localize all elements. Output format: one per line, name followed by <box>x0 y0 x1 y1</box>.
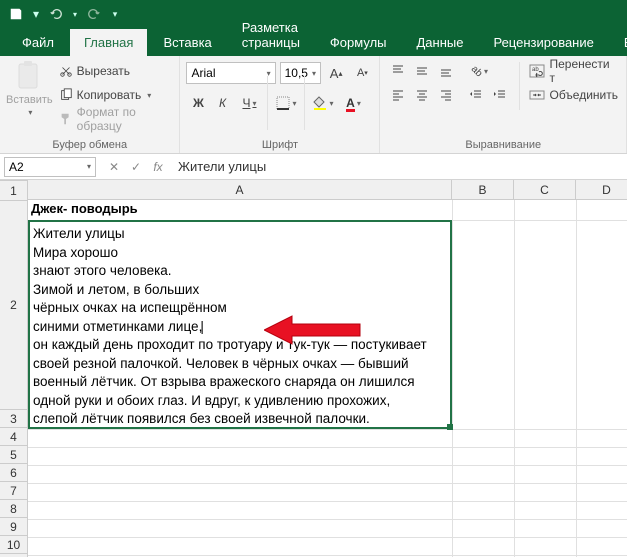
row-header-8[interactable]: 8 <box>0 500 28 518</box>
name-box[interactable]: A2 ▾ <box>4 157 96 177</box>
paste-button[interactable]: Вставить ▾ <box>6 60 53 117</box>
italic-button[interactable]: К <box>210 92 234 114</box>
svg-text:ab: ab <box>532 67 539 73</box>
row-headers: 1234567891011 <box>0 181 28 557</box>
tab-file[interactable]: Файл <box>8 29 68 56</box>
cell-a1[interactable]: Джек- поводырь <box>28 200 452 220</box>
alignment-group-label: Выравнивание <box>386 137 620 151</box>
row-header-10[interactable]: 10 <box>0 536 28 554</box>
column-header-d[interactable]: D <box>576 180 627 200</box>
fill-handle[interactable] <box>447 424 453 430</box>
align-bottom-button[interactable] <box>434 60 458 82</box>
underline-button[interactable]: Ч▾ <box>234 92 264 114</box>
tab-formulas[interactable]: Формулы <box>316 29 401 56</box>
format-painter-button[interactable]: Формат по образцу <box>57 108 174 130</box>
clipboard-group-label: Буфер обмена <box>6 137 173 151</box>
chevron-down-icon: ▾ <box>312 69 316 78</box>
fx-icon[interactable]: fx <box>148 160 168 174</box>
qat-customize-icon[interactable]: ▾ <box>108 2 122 26</box>
cell-a2-selected[interactable]: Жители улицыМира хорошознают этого челов… <box>28 220 452 429</box>
tab-data[interactable]: Данные <box>403 29 478 56</box>
grid-body[interactable]: Джек- поводырь Жители улицыМира хорошозн… <box>28 200 627 557</box>
qat-dropdown-icon[interactable]: ▾ <box>30 2 42 26</box>
tab-view[interactable]: В <box>610 29 627 56</box>
merge-label: Объединить <box>549 88 618 102</box>
name-box-value: A2 <box>9 160 24 174</box>
font-name-combo[interactable]: Arial ▾ <box>186 62 275 84</box>
increase-font-button[interactable]: A▴ <box>325 62 347 84</box>
formula-bar-row: A2 ▾ ✕ ✓ fx Жители улицы <box>0 154 627 180</box>
cut-button[interactable]: Вырезать <box>57 60 174 82</box>
chevron-down-icon: ▾ <box>87 162 91 171</box>
borders-button[interactable]: ▾ <box>271 92 301 114</box>
undo-icon[interactable] <box>44 2 68 26</box>
font-size-combo[interactable]: 10,5 ▾ <box>280 62 321 84</box>
font-name-value: Arial <box>191 66 215 80</box>
tab-insert[interactable]: Вставка <box>149 29 225 56</box>
wrap-text-button[interactable]: ab Перенести т <box>527 60 620 82</box>
align-middle-button[interactable] <box>410 60 434 82</box>
row-header-5[interactable]: 5 <box>0 446 28 464</box>
fill-color-button[interactable]: ▾ <box>308 92 338 114</box>
group-alignment: ab▾ ab Перенести т <box>380 56 627 153</box>
orientation-button[interactable]: ab▾ <box>464 60 494 82</box>
paste-label: Вставить <box>6 94 53 106</box>
row-header-6[interactable]: 6 <box>0 464 28 482</box>
align-center-button[interactable] <box>410 84 434 106</box>
align-left-button[interactable] <box>386 84 410 106</box>
chevron-down-icon: ▾ <box>28 108 32 117</box>
tab-review[interactable]: Рецензирование <box>479 29 607 56</box>
save-icon[interactable] <box>4 2 28 26</box>
ribbon-tabs: Файл Главная Вставка Разметка страницы Ф… <box>0 28 627 56</box>
ribbon: Вставить ▾ Вырезать Копировать ▾ Формат … <box>0 56 627 154</box>
copy-button[interactable]: Копировать ▾ <box>57 84 174 106</box>
tab-page-layout[interactable]: Разметка страницы <box>228 14 314 56</box>
align-top-button[interactable] <box>386 60 410 82</box>
column-header-b[interactable]: B <box>452 180 514 200</box>
row-header-1[interactable]: 1 <box>0 181 28 201</box>
increase-indent-button[interactable] <box>488 84 512 106</box>
tab-home[interactable]: Главная <box>70 29 147 56</box>
undo-dropdown-icon[interactable]: ▾ <box>70 2 80 26</box>
redo-icon[interactable] <box>82 2 106 26</box>
cancel-formula-icon[interactable]: ✕ <box>104 160 124 174</box>
enter-formula-icon[interactable]: ✓ <box>126 160 146 174</box>
format-painter-label: Формат по образцу <box>77 105 172 133</box>
font-group-label: Шрифт <box>186 137 373 151</box>
copy-label: Копировать <box>77 88 142 102</box>
bold-button[interactable]: Ж <box>186 92 210 114</box>
column-header-a[interactable]: A <box>28 180 452 200</box>
row-header-9[interactable]: 9 <box>0 518 28 536</box>
row-header-2[interactable]: 2 <box>0 201 28 410</box>
column-headers: ABCD <box>28 180 627 200</box>
align-right-button[interactable] <box>434 84 458 106</box>
column-header-c[interactable]: C <box>514 180 576 200</box>
group-font: Arial ▾ 10,5 ▾ A▴ A▾ Ж К Ч▾ ▾ <box>180 56 380 153</box>
chevron-down-icon: ▾ <box>147 91 151 100</box>
spreadsheet: 1234567891011 ABCD Джек- поводырь Жители… <box>0 180 627 557</box>
cut-label: Вырезать <box>77 64 130 78</box>
row-header-4[interactable]: 4 <box>0 428 28 446</box>
wrap-text-label: Перенести т <box>549 57 618 85</box>
group-clipboard: Вставить ▾ Вырезать Копировать ▾ Формат … <box>0 56 180 153</box>
row-header-7[interactable]: 7 <box>0 482 28 500</box>
decrease-indent-button[interactable] <box>464 84 488 106</box>
decrease-font-button[interactable]: A▾ <box>351 62 373 84</box>
font-color-button[interactable]: А▾ <box>338 92 368 114</box>
merge-button[interactable]: Объединить <box>527 84 620 106</box>
row-header-3[interactable]: 3 <box>0 410 28 428</box>
formula-bar[interactable]: Жители улицы <box>172 159 627 174</box>
